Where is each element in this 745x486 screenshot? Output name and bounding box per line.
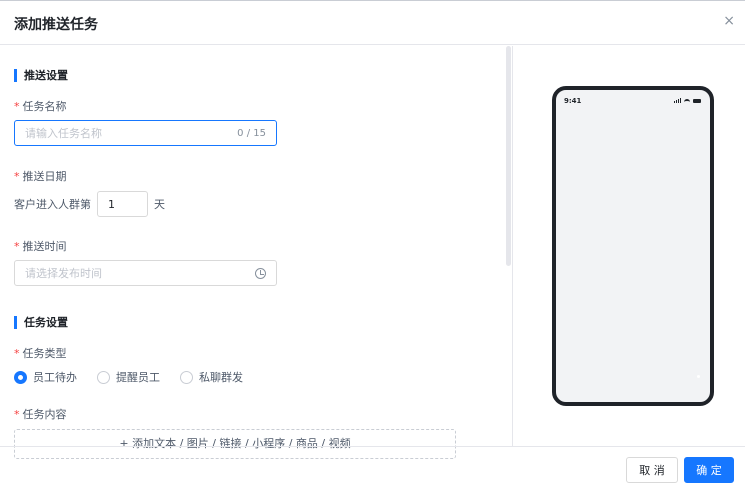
push-time-picker[interactable]: 请选择发布时间: [14, 260, 277, 286]
section-bar: [14, 315, 17, 329]
push-time-label: * 推送时间: [14, 240, 67, 253]
radio-checked-icon: [14, 370, 27, 384]
dialog-header: 添加推送任务 ×: [0, 1, 745, 45]
radio-unchecked-icon: [97, 370, 110, 384]
preview-indicator: [697, 375, 700, 378]
confirm-button[interactable]: 确 定: [684, 457, 734, 483]
push-date-label: * 推送日期: [14, 170, 67, 183]
required-mark: *: [14, 170, 20, 183]
push-time-placeholder: 请选择发布时间: [25, 267, 102, 280]
cancel-button[interactable]: 取 消: [626, 457, 678, 483]
wifi-icon: [684, 98, 690, 103]
battery-icon: [693, 98, 701, 103]
status-time: 9:41: [564, 97, 582, 105]
section-task-settings: 任务设置: [14, 314, 68, 330]
task-type-group: 员工待办 提醒员工 私聊群发: [14, 369, 263, 385]
push-date-suffix: 天: [154, 198, 165, 211]
section-push-settings: 推送设置: [14, 67, 68, 83]
dialog-footer: 取 消 确 定: [0, 446, 745, 486]
radio-unchecked-icon: [180, 370, 193, 384]
section-title: 推送设置: [24, 69, 68, 82]
char-counter: 0 / 15: [237, 127, 266, 139]
panel-divider: [512, 46, 513, 446]
section-bar: [14, 68, 17, 82]
dialog-title: 添加推送任务: [14, 17, 98, 33]
section-title: 任务设置: [24, 316, 68, 329]
form-panel: 推送设置 * 任务名称 请输入任务名称 0 / 15 * 推送日期 * 推送时间 请选…: [0, 46, 505, 446]
radio-option[interactable]: 提醒员工: [97, 369, 160, 385]
required-mark: *: [14, 240, 20, 253]
signal-icon: [674, 98, 681, 103]
close-icon[interactable]: ×: [723, 13, 735, 29]
required-mark: *: [14, 100, 20, 113]
status-icons: [674, 98, 701, 103]
scrollbar-thumb[interactable]: [506, 46, 511, 266]
task-name-label: * 任务名称: [14, 100, 67, 113]
required-mark: *: [14, 408, 20, 421]
radio-option[interactable]: 私聊群发: [180, 369, 243, 385]
task-content-label: * 任务内容: [14, 408, 67, 421]
task-name-placeholder: 请输入任务名称: [25, 127, 102, 140]
push-date-row: 客户进入人群第 1 天: [14, 191, 165, 217]
push-day-input[interactable]: 1: [97, 191, 148, 217]
required-mark: *: [14, 347, 20, 360]
phone-preview: 9:41: [552, 86, 714, 406]
task-name-input[interactable]: 请输入任务名称 0 / 15: [14, 120, 277, 146]
task-type-label: * 任务类型: [14, 347, 67, 360]
push-date-prefix: 客户进入人群第: [14, 198, 91, 211]
clock-icon: [255, 267, 266, 279]
radio-option[interactable]: 员工待办: [14, 369, 77, 385]
